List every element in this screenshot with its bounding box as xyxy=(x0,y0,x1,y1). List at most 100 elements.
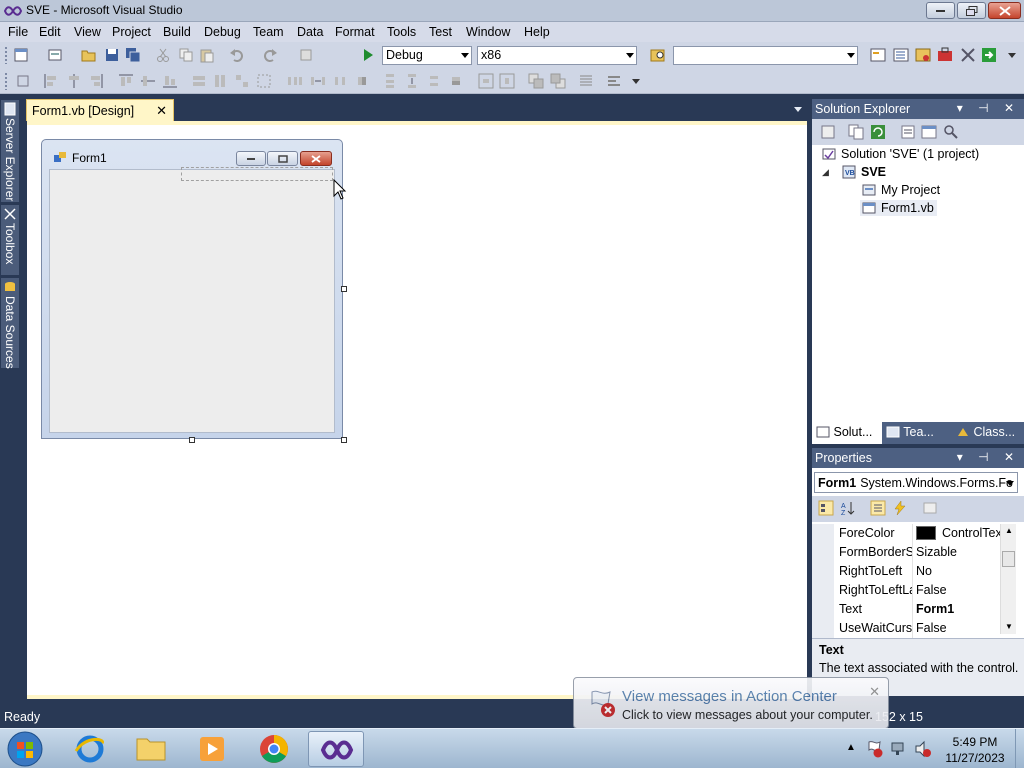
close-icon[interactable]: ✕ xyxy=(869,684,880,700)
toolbar-grip[interactable] xyxy=(4,72,8,90)
view-code-icon[interactable] xyxy=(900,124,916,140)
property-row[interactable]: Text Form1 xyxy=(812,600,1004,619)
properties-window-icon[interactable] xyxy=(893,47,909,63)
scroll-up-icon[interactable]: ▲ xyxy=(1005,526,1013,535)
menu-window[interactable]: Window xyxy=(466,25,510,39)
taskbar-chrome[interactable] xyxy=(246,731,302,767)
action-center-tray-icon[interactable] xyxy=(866,740,884,758)
menu-edit[interactable]: Edit xyxy=(39,25,61,39)
solution-platform-select[interactable]: x86 xyxy=(477,46,637,65)
property-value[interactable]: ControlTex xyxy=(916,526,1002,540)
property-row[interactable]: FormBorderSt Sizable xyxy=(812,543,1004,562)
align-tops-icon[interactable] xyxy=(118,73,134,89)
taskbar-file-explorer[interactable] xyxy=(123,731,179,767)
extension-manager-icon[interactable] xyxy=(960,47,976,63)
lock-controls-icon[interactable] xyxy=(578,73,594,89)
menu-project[interactable]: Project xyxy=(112,25,151,39)
menu-build[interactable]: Build xyxy=(163,25,191,39)
property-value[interactable]: False xyxy=(916,583,1002,597)
tree-my-project[interactable]: My Project xyxy=(862,183,940,197)
resize-handle-bottom[interactable] xyxy=(189,437,195,443)
redo-icon[interactable] xyxy=(262,47,278,63)
menu-view[interactable]: View xyxy=(74,25,101,39)
tab-class-view[interactable]: Class... xyxy=(952,422,1024,444)
toolbox-icon[interactable] xyxy=(937,47,953,63)
show-desktop-button[interactable] xyxy=(1015,729,1024,768)
align-to-grid-icon[interactable] xyxy=(15,73,31,89)
add-item-icon[interactable] xyxy=(48,47,64,63)
categorized-icon[interactable] xyxy=(818,500,834,516)
remove-horizontal-spacing-icon[interactable] xyxy=(354,73,370,89)
solution-configuration-select[interactable]: Debug xyxy=(382,46,472,65)
network-icon[interactable] xyxy=(890,740,908,758)
form1-preview[interactable]: Form1 xyxy=(41,139,343,439)
tree-project-sve[interactable]: VB SVE xyxy=(842,165,886,179)
menu-format[interactable]: Format xyxy=(335,25,375,39)
make-same-size-icon[interactable] xyxy=(234,73,250,89)
menu-team[interactable]: Team xyxy=(253,25,284,39)
resize-handle-right[interactable] xyxy=(341,286,347,292)
decrease-vertical-spacing-icon[interactable] xyxy=(426,73,442,89)
object-selector[interactable]: Form1 System.Windows.Forms.Fo xyxy=(814,472,1018,493)
form-client-area[interactable] xyxy=(49,169,335,433)
save-icon[interactable] xyxy=(104,47,120,63)
toolbar-options-icon[interactable] xyxy=(1004,47,1020,63)
panel-buttons[interactable]: ▾ ⊣ ✕ xyxy=(957,450,1020,464)
volume-muted-icon[interactable] xyxy=(914,740,932,758)
solution-explorer-icon[interactable] xyxy=(870,47,886,63)
menu-tools[interactable]: Tools xyxy=(387,25,416,39)
find-combo[interactable] xyxy=(673,46,858,65)
horizontal-spacing-icon[interactable] xyxy=(287,73,303,89)
property-value[interactable]: No xyxy=(916,564,1002,578)
taskbar-media-player[interactable] xyxy=(184,731,240,767)
tab-order-icon[interactable] xyxy=(606,73,622,89)
save-all-icon[interactable] xyxy=(125,47,141,63)
menu-file[interactable]: File xyxy=(8,25,28,39)
open-file-icon[interactable] xyxy=(81,47,97,63)
taskbar-visual-studio[interactable] xyxy=(308,731,364,767)
object-browser-icon[interactable] xyxy=(915,47,931,63)
scrollbar-thumb[interactable] xyxy=(1002,551,1015,567)
increase-horizontal-spacing-icon[interactable] xyxy=(310,73,326,89)
toolbox-tab[interactable]: Toolbox xyxy=(1,205,19,275)
toolbar-grip[interactable] xyxy=(4,46,8,64)
data-sources-tab[interactable]: Data Sources xyxy=(1,278,19,369)
taskbar-internet-explorer[interactable] xyxy=(62,731,118,767)
tree-form1-vb[interactable]: Form1.vb xyxy=(860,200,937,216)
property-row[interactable]: UseWaitCursc False xyxy=(812,619,1004,638)
view-designer-icon[interactable] xyxy=(921,124,937,140)
undo-icon[interactable] xyxy=(229,47,245,63)
toolbar-options-icon[interactable] xyxy=(628,73,644,89)
property-value[interactable]: Sizable xyxy=(916,545,1002,559)
align-bottoms-icon[interactable] xyxy=(162,73,178,89)
expand-arrow-icon[interactable]: ◢ xyxy=(822,167,829,178)
property-row[interactable]: RightToLeftLa False xyxy=(812,581,1004,600)
refresh-icon[interactable] xyxy=(870,124,886,140)
property-value[interactable]: Form1 xyxy=(916,602,1002,616)
tab-solution-explorer[interactable]: Solut... xyxy=(812,422,882,444)
start-button-icon[interactable] xyxy=(2,730,48,768)
close-button[interactable] xyxy=(988,2,1021,19)
send-to-back-icon[interactable] xyxy=(550,73,566,89)
menu-debug[interactable]: Debug xyxy=(204,25,241,39)
menu-help[interactable]: Help xyxy=(524,25,550,39)
align-rights-icon[interactable] xyxy=(88,73,104,89)
remove-vertical-spacing-icon[interactable] xyxy=(448,73,464,89)
decrease-horizontal-spacing-icon[interactable] xyxy=(332,73,348,89)
action-center-notification[interactable]: View messages in Action Center Click to … xyxy=(573,677,889,729)
panel-buttons[interactable]: ▾ ⊣ ✕ xyxy=(957,101,1020,115)
make-same-width-icon[interactable] xyxy=(191,73,207,89)
view-class-diagram-icon[interactable] xyxy=(943,124,959,140)
properties-icon[interactable] xyxy=(820,124,836,140)
property-row[interactable]: RightToLeft No xyxy=(812,562,1004,581)
bring-to-front-icon[interactable] xyxy=(528,73,544,89)
menu-data[interactable]: Data xyxy=(297,25,323,39)
copy-icon[interactable] xyxy=(178,47,194,63)
tree-solution[interactable]: Solution 'SVE' (1 project) xyxy=(822,147,979,161)
vertical-spacing-icon[interactable] xyxy=(382,73,398,89)
navigate-backward-icon[interactable] xyxy=(299,47,315,63)
close-tab-icon[interactable]: ✕ xyxy=(156,103,167,119)
restore-button[interactable] xyxy=(957,2,986,19)
tab-team-explorer[interactable]: Tea... xyxy=(882,422,952,444)
properties-scrollbar[interactable]: ▲ ▼ xyxy=(1000,524,1016,634)
